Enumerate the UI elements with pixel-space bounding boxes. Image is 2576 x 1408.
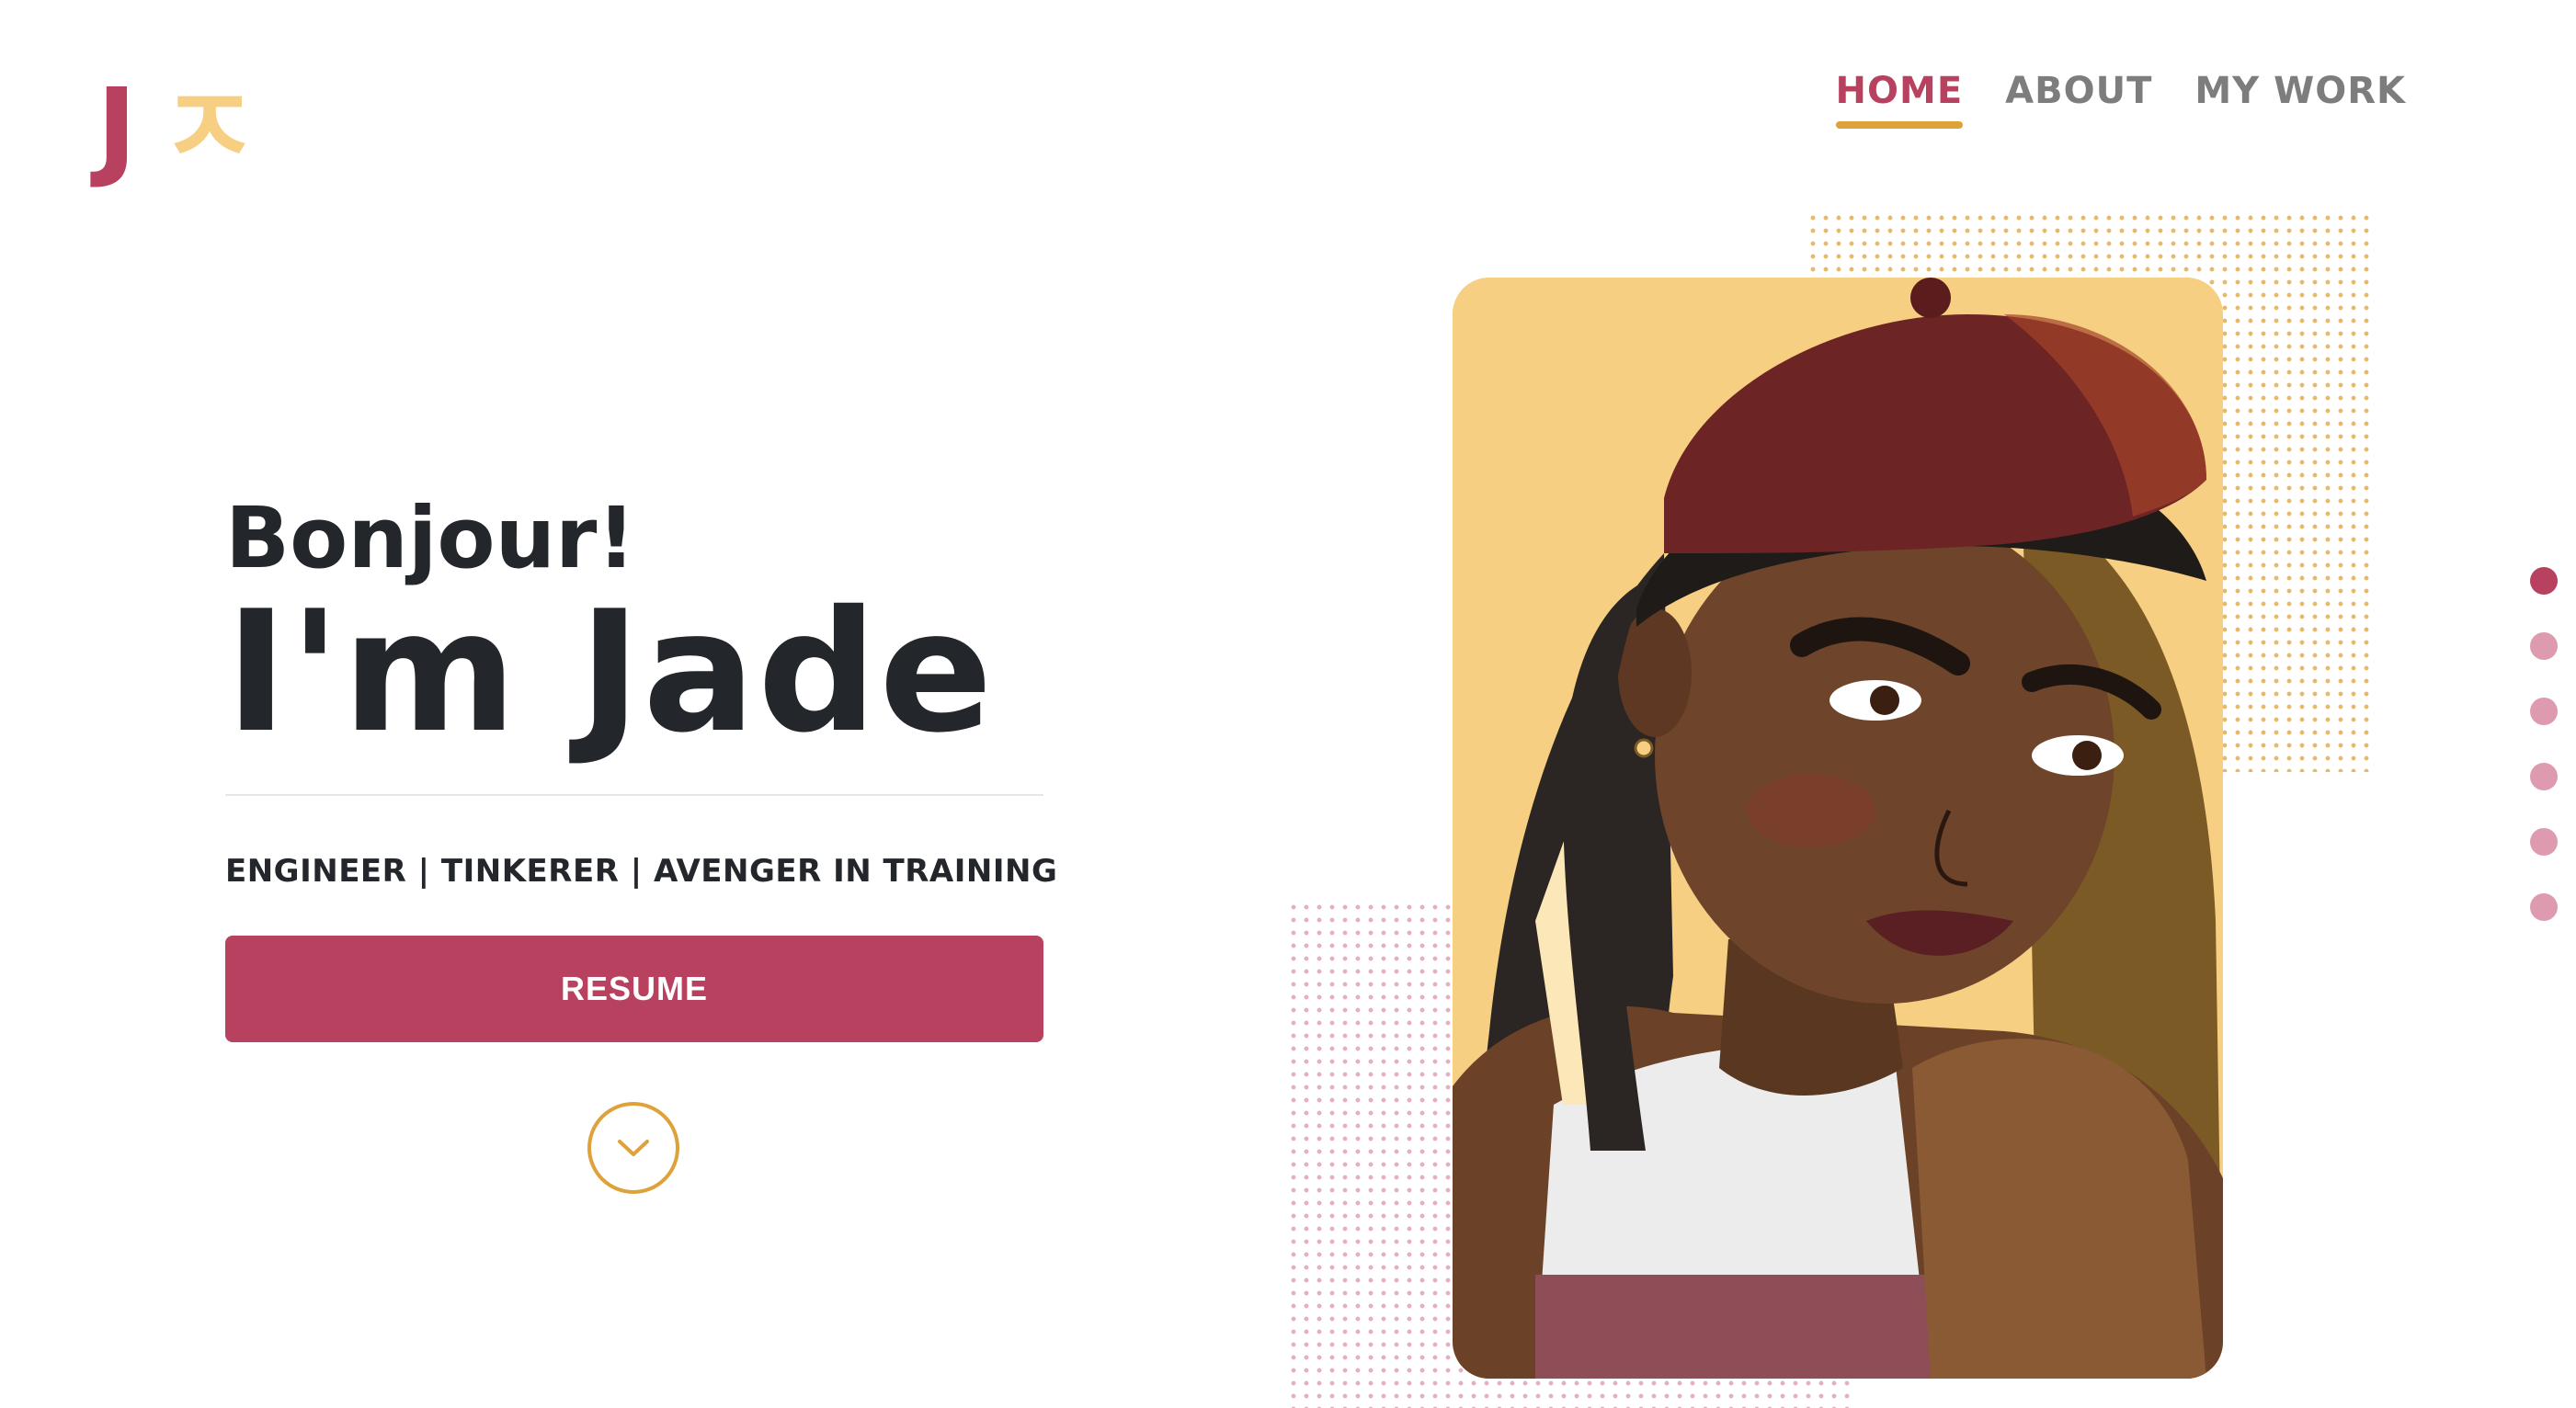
hero-section: Bonjour! I'm Jade ENGINEER | TINKERER | … [225,489,1058,1194]
resume-button[interactable]: RESUME [225,936,1043,1042]
logo-mark: ㅈ [158,64,259,191]
main-nav: HOME ABOUT MY WORK [1835,70,2406,129]
nav-my-work[interactable]: MY WORK [2194,70,2406,125]
pager-dot-1[interactable] [2530,567,2558,595]
pager-dot-3[interactable] [2530,698,2558,725]
chevron-down-icon [618,1140,649,1156]
hero-divider [225,794,1043,796]
nav-home[interactable]: HOME [1835,70,1964,129]
hero-tagline: ENGINEER | TINKERER | AVENGER IN TRAININ… [225,853,1058,890]
page: J ㅈ HOME ABOUT MY WORK Bonjour! I'm Jade… [0,0,2576,1408]
hero-greeting: Bonjour! [225,489,636,587]
nav-about[interactable]: ABOUT [2005,70,2152,125]
logo-letter: J [97,64,137,191]
pager-dot-4[interactable] [2530,763,2558,790]
hero-actions: RESUME [225,936,1043,1042]
portrait-illustration [1453,278,2223,1379]
scroll-down-button[interactable] [587,1102,679,1194]
hero-name: I'm Jade [225,574,995,769]
pager-dot-5[interactable] [2530,828,2558,856]
pager-dot-6[interactable] [2530,893,2558,921]
section-pager [2530,567,2558,921]
pager-dot-2[interactable] [2530,632,2558,660]
illustrated-portrait [1453,278,2223,1379]
site-logo[interactable]: J ㅈ [97,74,258,182]
